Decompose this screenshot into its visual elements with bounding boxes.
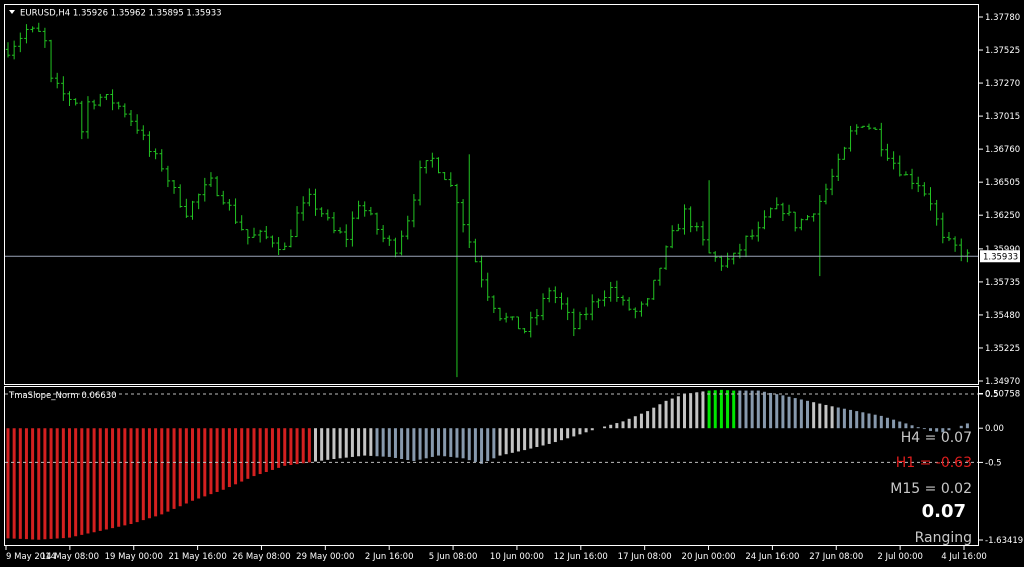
time-axis-label: 4 Jul 16:00 (941, 552, 987, 562)
price-axis-label: 1.37015 (985, 112, 1020, 122)
time-axis-label: 14 May 08:00 (41, 552, 99, 562)
price-axis-label: 1.35735 (985, 278, 1020, 288)
time-axis-label: 20 Jun 00:00 (682, 552, 736, 562)
price-axis-label: 1.36760 (985, 145, 1020, 155)
current-price-label: 1.35933 (983, 252, 1018, 262)
time-axis-label: 17 Jun 08:00 (618, 552, 672, 562)
time-axis-label: 27 Jun 08:00 (809, 552, 863, 562)
symbol-header: EURUSD,H4 1.35926 1.35962 1.35895 1.3593… (20, 9, 222, 19)
price-axis-label: 1.35480 (985, 311, 1020, 321)
time-axis-label: 21 May 16:00 (168, 552, 226, 562)
time-axis-label: 5 Jun 08:00 (429, 552, 478, 562)
time-axis-label: 2 Jul 00:00 (877, 552, 923, 562)
time-axis-label: 10 Jun 00:00 (490, 552, 544, 562)
price-axis-label: 1.36250 (985, 211, 1020, 221)
indicator-axis-label: 0.5 (985, 390, 999, 400)
time-axis-label: 29 May 00:00 (296, 552, 354, 562)
collapse-triangle-icon[interactable] (9, 10, 15, 14)
indicator-name: TmaSlope_Norm 0.06630 (8, 391, 117, 401)
h1-readout: H1 = -0.63 (896, 455, 972, 471)
indicator-axis-label: -0.5 (985, 458, 1002, 468)
current-value-readout: 0.07 (922, 501, 966, 522)
time-axis-label: 12 Jun 16:00 (554, 552, 608, 562)
time-axis-label: 19 May 00:00 (105, 552, 163, 562)
price-axis-label: 1.34970 (985, 377, 1020, 387)
price-axis-label: 1.37780 (985, 13, 1020, 23)
candles-layer (5, 22, 970, 378)
price-axis-label: 1.37270 (985, 79, 1020, 89)
state-readout: Ranging (915, 530, 972, 546)
m15-readout: M15 = 0.02 (890, 481, 972, 497)
price-axis-label: 1.35225 (985, 344, 1020, 354)
price-axis-label: 1.37525 (985, 46, 1020, 56)
price-and-indicator-chart[interactable]: 1.37780 1.37525 1.37270 1.37015 1.36760 1.365… (0, 0, 1024, 567)
time-axis-label: 24 Jun 16:00 (745, 552, 799, 562)
h4-readout: H4 = 0.07 (901, 430, 972, 446)
overlay-layer: 1.37780 1.37525 1.37270 1.37015 1.36760 1.365… (5, 13, 1023, 562)
time-axis-label: 26 May 08:00 (232, 552, 290, 562)
indicator-axis-label: -1.63419 (985, 536, 1023, 546)
histogram-layer (6, 389, 969, 540)
mt4-chart-window: 1.37780 1.37525 1.37270 1.37015 1.36760 1.365… (0, 0, 1024, 567)
price-axis-label: 1.36505 (985, 178, 1020, 188)
time-axis-label: 2 Jun 16:00 (365, 552, 414, 562)
indicator-axis-label: 0.00 (985, 424, 1004, 434)
